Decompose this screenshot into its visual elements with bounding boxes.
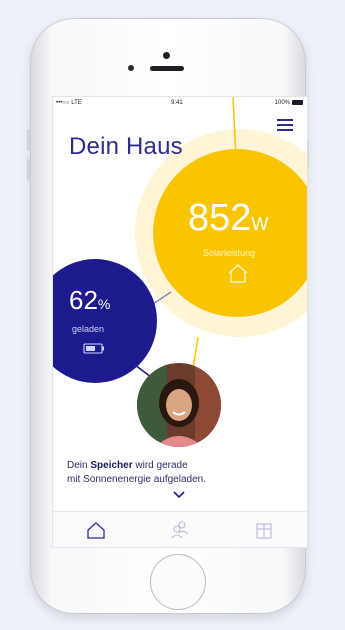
hamburger-menu-icon[interactable] — [277, 119, 293, 131]
battery-icon — [83, 343, 104, 354]
page-title: Dein Haus — [69, 133, 183, 160]
solar-number: 852 — [188, 197, 252, 239]
user-avatar[interactable] — [137, 363, 221, 447]
battery-charge-value: 62% — [69, 285, 110, 316]
home-icon[interactable] — [85, 520, 107, 540]
battery-circle — [53, 259, 157, 383]
solar-avatar-connector — [192, 336, 199, 370]
proximity-sensor — [128, 65, 134, 71]
solar-unit: W — [251, 214, 269, 234]
front-camera — [163, 52, 170, 59]
status-battery-icon — [292, 100, 303, 105]
status-bar: •••○○ LTE 9:41 100% — [53, 97, 307, 109]
volume-down-button — [27, 159, 30, 181]
solar-power-value: 852W — [188, 197, 268, 240]
battery-charge-label: geladen — [72, 324, 105, 334]
message-line-2: mit Sonnenenergie aufgeladen. — [67, 474, 206, 485]
clock-text: 9:41 — [171, 100, 183, 106]
people-icon[interactable] — [169, 520, 191, 540]
battery-unit: % — [97, 296, 111, 312]
house-icon — [228, 264, 248, 283]
home-button[interactable] — [150, 554, 206, 610]
earpiece-speaker — [150, 66, 184, 71]
tab-bar — [53, 511, 307, 547]
box-icon[interactable] — [253, 520, 275, 540]
solar-power-label: Solarleistung — [203, 248, 256, 258]
battery-percent-text: 100% — [274, 100, 290, 106]
volume-up-button — [27, 129, 30, 151]
message-rest: wird gerade — [132, 460, 188, 471]
message-highlight: Speicher — [90, 460, 133, 471]
message-prefix: Dein — [67, 460, 91, 471]
chevron-down-icon[interactable] — [173, 491, 185, 499]
battery-number: 62 — [69, 285, 98, 315]
carrier-text: •••○○ LTE — [56, 100, 82, 106]
status-message: Dein Speicher wird gerade mit Sonnenener… — [67, 459, 297, 487]
app-screen: •••○○ LTE 9:41 100% Dein Haus 852W Solar… — [52, 96, 308, 548]
